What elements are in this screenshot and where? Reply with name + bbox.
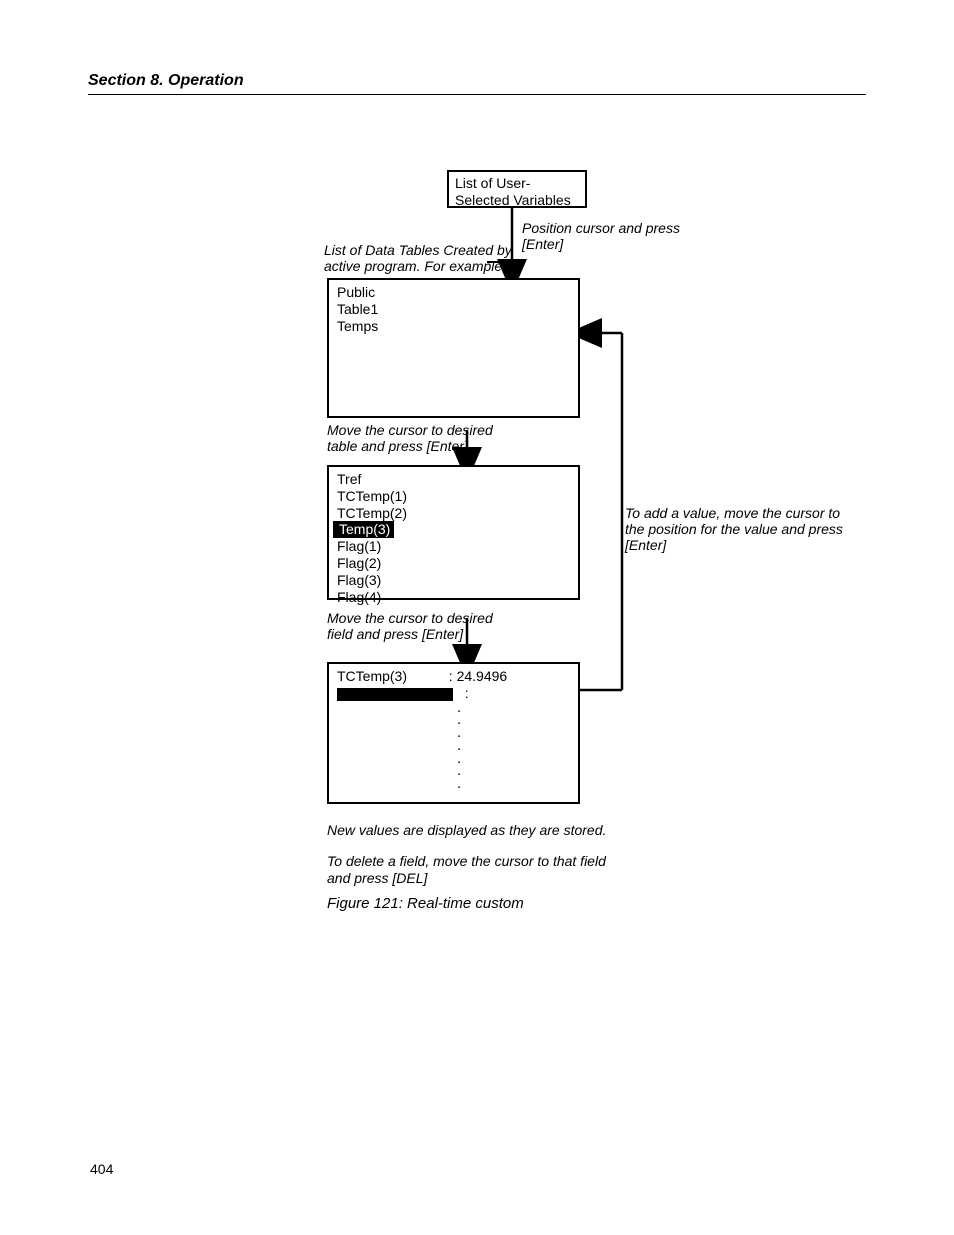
value-row: TCTemp(3) : 24.9496 <box>337 668 570 685</box>
annotation-data-tables: List of Data Tables Created by active pr… <box>324 242 524 274</box>
text-cursor <box>337 688 453 701</box>
box-tables: Public Table1 Temps <box>327 278 580 418</box>
table-item: Public <box>337 284 570 301</box>
box-fields: Tref TCTemp(1) TCTemp(2) Temp(3) Flag(1)… <box>327 465 580 600</box>
colon: : <box>465 685 469 701</box>
figure-caption: Figure 121: Real-time custom <box>327 895 524 912</box>
field-item: Flag(2) <box>337 555 570 572</box>
page: Section 8. Operation 404 <box>0 0 954 1235</box>
note-new-values: New values are displayed as they are sto… <box>327 822 606 838</box>
header-rule <box>88 94 866 95</box>
section-header: Section 8. Operation <box>88 72 244 90</box>
field-item: Tref <box>337 471 570 488</box>
table-item: Table1 <box>337 301 570 318</box>
field-item: TCTemp(2) <box>337 505 570 522</box>
annotation-move-field: Move the cursor to desired field and pre… <box>327 610 497 642</box>
annotation-add-value: To add a value, move the cursor to the p… <box>625 505 845 553</box>
vertical-dots: ....... <box>457 702 570 791</box>
value-name: TCTemp(3) <box>337 668 407 684</box>
figure: List of User- Selected Variables Positio… <box>327 170 847 820</box>
box-values: TCTemp(3) : 24.9496 : ....... <box>327 662 580 804</box>
field-item: Flag(1) <box>337 538 570 555</box>
page-number: 404 <box>90 1161 113 1177</box>
cursor-row: : <box>337 685 570 702</box>
value-number: : 24.9496 <box>449 668 507 684</box>
field-item: Flag(3) <box>337 572 570 589</box>
annotation-move-table: Move the cursor to desired table and pre… <box>327 422 497 454</box>
field-item: TCTemp(1) <box>337 488 570 505</box>
topbox-line2: Selected Variables <box>455 192 579 209</box>
table-item: Temps <box>337 318 570 335</box>
topbox-user-selected: List of User- Selected Variables <box>447 170 587 208</box>
field-item-selected: Temp(3) <box>337 521 570 538</box>
selection-highlight: Temp(3) <box>333 521 394 538</box>
note-delete-field: To delete a field, move the cursor to th… <box>327 853 627 887</box>
topbox-line1: List of User- <box>455 175 579 192</box>
annotation-position-cursor: Position cursor and press [Enter] <box>522 220 692 252</box>
field-item: Flag(4) <box>337 589 570 606</box>
